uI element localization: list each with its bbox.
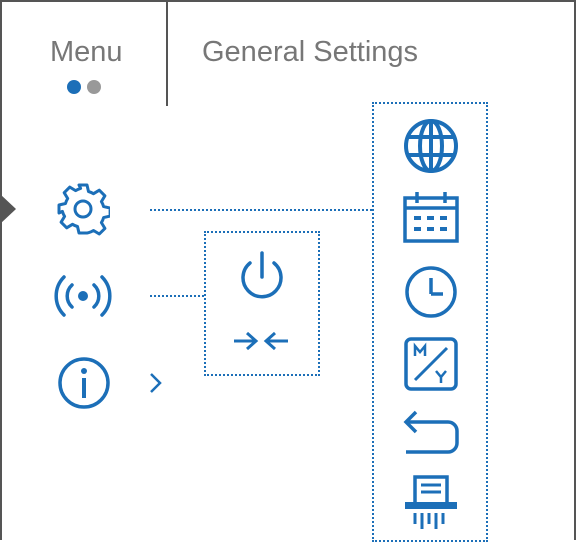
language-item[interactable] <box>403 118 459 174</box>
globe-icon <box>403 118 459 174</box>
calendar-icon <box>403 190 459 244</box>
shredder-icon <box>403 474 459 532</box>
menu-item-info[interactable] <box>57 356 111 410</box>
chevron-right-icon <box>149 372 163 394</box>
connector-settings <box>150 209 372 211</box>
menu-item-connectivity[interactable] <box>53 268 113 324</box>
time-item[interactable] <box>403 264 459 320</box>
factory-reset-item[interactable] <box>402 408 460 456</box>
menu-tab[interactable]: Menu <box>50 36 123 69</box>
date-item[interactable] <box>403 190 459 244</box>
page-dot-active <box>67 80 81 94</box>
return-arrow-icon <box>402 408 460 456</box>
power-item[interactable] <box>235 250 289 304</box>
compress-arrows-icon <box>231 326 291 356</box>
connector-connectivity <box>150 295 204 297</box>
compress-item[interactable] <box>231 326 291 356</box>
header-divider <box>166 0 168 106</box>
units-m-y-icon <box>403 336 459 392</box>
wireless-signal-icon <box>53 268 113 324</box>
info-icon <box>57 356 111 410</box>
page-indicator <box>67 80 101 94</box>
format-item[interactable] <box>403 474 459 532</box>
units-item[interactable] <box>403 336 459 392</box>
page-dot-inactive <box>87 80 101 94</box>
menu-item-settings[interactable] <box>56 182 110 236</box>
page-title: General Settings <box>202 36 419 68</box>
submenu-arrow <box>149 372 163 394</box>
selection-pointer <box>0 194 16 224</box>
clock-icon <box>403 264 459 320</box>
power-icon <box>235 250 289 304</box>
gear-icon <box>56 182 110 236</box>
